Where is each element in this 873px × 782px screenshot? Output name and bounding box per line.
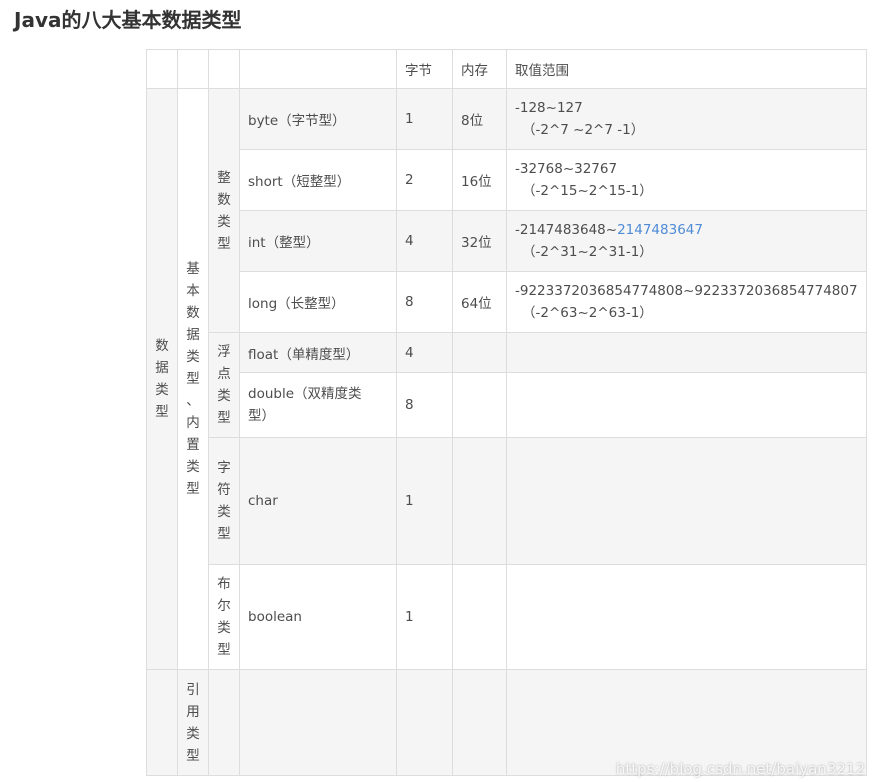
type-name: byte（字节型） (239, 88, 397, 150)
header-empty (239, 49, 397, 89)
type-name: int（整型） (239, 210, 397, 272)
table-row-long: long（长整型） 8 64位 -9223372036854774808~922… (147, 271, 867, 333)
watermark: https://blog.csdn.net/baiyan3212 (615, 760, 865, 778)
page-title: Java的八大基本数据类型 (14, 8, 242, 32)
table-row-double: double（双精度类型） 8 (147, 372, 867, 438)
type-name: double（双精度类型） (239, 372, 397, 438)
type-bytes: 1 (396, 88, 453, 150)
group-float-label: 浮点类型 (217, 344, 231, 426)
range-link[interactable]: 2147483647 (617, 222, 703, 238)
range-value: -128~127 (515, 100, 583, 116)
type-bytes: 4 (396, 332, 453, 373)
type-name: float（单精度型） (239, 332, 397, 373)
table-row-float: 浮点类型 float（单精度型） 4 (147, 332, 867, 438)
group-integer-label: 整数类型 (217, 169, 231, 252)
group-data-type-label: 数据类型 (155, 338, 169, 420)
group-integer: 整数类型 (208, 88, 240, 333)
reference-empty (146, 669, 178, 776)
type-memory (452, 372, 507, 438)
type-memory: 32位 (452, 210, 507, 272)
type-range: -128~127 （-2^7 ~2^7 -1） (506, 88, 867, 150)
reference-empty (239, 669, 397, 776)
type-memory (452, 437, 507, 565)
group-primitive-label: 基本数据类型、内置类型 (186, 261, 200, 497)
group-char-label: 字符类型 (217, 460, 231, 542)
type-range (506, 564, 867, 670)
group-reference-label: 引用类型 (186, 681, 200, 764)
type-range (506, 437, 867, 565)
type-bytes: 8 (396, 372, 453, 438)
type-range (506, 372, 867, 438)
type-name: char (239, 437, 397, 565)
reference-empty (208, 669, 240, 776)
type-name: short（短整型） (239, 149, 397, 211)
type-bytes: 4 (396, 210, 453, 272)
header-range: 取值范围 (506, 49, 867, 89)
type-memory: 64位 (452, 271, 507, 333)
table-row-char: 字符类型 char 1 (147, 437, 867, 565)
table-row-byte: 数据类型 基本数据类型、内置类型 整数类型 byte（字节型） 1 8位 -12… (146, 88, 867, 670)
range-power: （-2^31~2^31-1） (522, 244, 653, 260)
type-bytes: 8 (396, 271, 453, 333)
table-row-short: short（短整型） 2 16位 -32768~32767 （-2^15~2^1… (147, 149, 867, 211)
range-power: （-2^15~2^15-1） (522, 183, 653, 199)
group-reference: 引用类型 (177, 669, 209, 776)
reference-empty (396, 669, 453, 776)
group-float: 浮点类型 (208, 332, 240, 438)
header-memory: 内存 (452, 49, 507, 89)
reference-empty (452, 669, 507, 776)
table-header-row: 字节 内存 取值范围 (146, 49, 867, 89)
type-memory (452, 564, 507, 670)
data-types-table: 字节 内存 取值范围 数据类型 基本数据类型、内置类型 整数类型 byte（字节… (146, 49, 867, 776)
range-power: （-2^63~2^63-1） (522, 305, 653, 321)
range-value: -9223372036854774808~9223372036854774807 (515, 283, 858, 299)
header-empty (177, 49, 209, 89)
type-name: long（长整型） (239, 271, 397, 333)
range-value: -32768~32767 (515, 161, 618, 177)
type-name: boolean (239, 564, 397, 670)
range-prefix: -2147483648~ (515, 222, 618, 238)
type-range (506, 332, 867, 373)
type-bytes: 2 (396, 149, 453, 211)
type-memory: 16位 (452, 149, 507, 211)
type-memory (452, 332, 507, 373)
header-empty (146, 49, 178, 89)
type-range: -32768~32767 （-2^15~2^15-1） (506, 149, 867, 211)
group-primitive: 基本数据类型、内置类型 (177, 88, 209, 670)
group-char: 字符类型 (208, 437, 240, 565)
type-range: -9223372036854774808~9223372036854774807… (506, 271, 867, 333)
type-bytes: 1 (396, 437, 453, 565)
group-data-type: 数据类型 (146, 88, 178, 670)
group-boolean-label: 布尔类型 (217, 576, 231, 658)
table-row-int: int（整型） 4 32位 -2147483648~2147483647 （-2… (147, 210, 867, 272)
group-boolean: 布尔类型 (208, 564, 240, 670)
range-power: （-2^7 ~2^7 -1） (522, 122, 645, 138)
header-empty (208, 49, 240, 89)
type-bytes: 1 (396, 564, 453, 670)
table-row-boolean: 布尔类型 boolean 1 (147, 564, 867, 670)
header-bytes: 字节 (396, 49, 453, 89)
type-memory: 8位 (452, 88, 507, 150)
type-range: -2147483648~2147483647 （-2^31~2^31-1） (506, 210, 867, 272)
range-value: -2147483648~2147483647 (515, 219, 858, 241)
